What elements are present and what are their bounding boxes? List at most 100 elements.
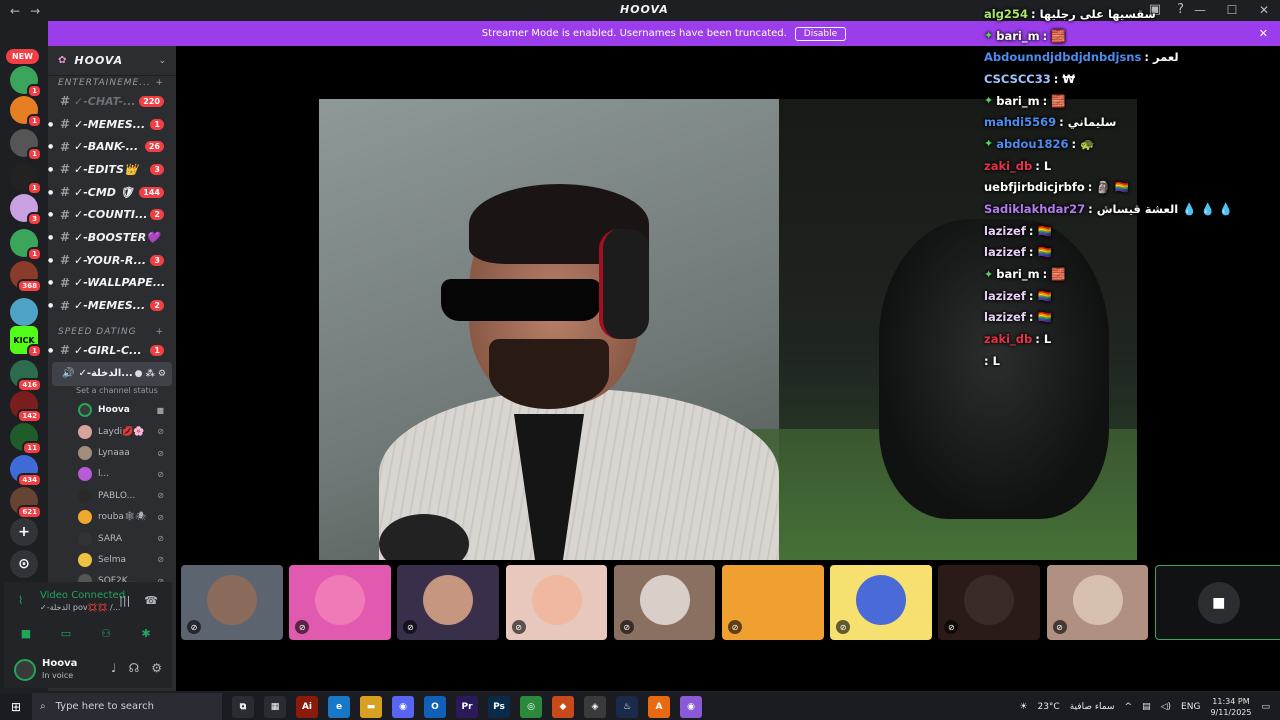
- participant-tile[interactable]: ⊘: [938, 565, 1040, 640]
- text-channel[interactable]: ● # ✓-CMD 🛡 144: [48, 181, 176, 204]
- server-icon[interactable]: 416: [10, 360, 42, 392]
- close-icon[interactable]: ✕: [1259, 27, 1268, 40]
- server-icon[interactable]: 1: [10, 229, 42, 261]
- text-channel[interactable]: ● # ✓-BOOSTER💜: [48, 226, 176, 249]
- voice-user[interactable]: Hoova ■: [48, 400, 176, 421]
- close-window-button[interactable]: ✕: [1248, 0, 1280, 21]
- text-channel[interactable]: ● # ✓-MEMES... 1: [48, 113, 176, 136]
- participant-tile[interactable]: ⊘: [721, 565, 824, 640]
- taskbar-app-icon[interactable]: Pr: [456, 695, 478, 718]
- category-entertainment[interactable]: ENTERTAINEME... +: [48, 76, 176, 90]
- weather-desc[interactable]: سماء صافية: [1070, 702, 1115, 712]
- server-icon[interactable]: 621: [10, 487, 42, 519]
- voice-user[interactable]: Lynaaa ⊘: [48, 442, 176, 463]
- text-channel[interactable]: ● # ✓-WALLPAPE...: [48, 272, 176, 295]
- taskbar-app-icon[interactable]: e: [328, 695, 350, 718]
- volume-icon[interactable]: ◁): [1161, 702, 1171, 712]
- disable-button[interactable]: Disable: [794, 26, 847, 41]
- self-camera-tile[interactable]: ■: [1154, 565, 1280, 640]
- text-channel[interactable]: ● # ✓-BANK-... 26: [48, 135, 176, 158]
- voice-channel[interactable]: 🔊 ✓-الدخلة... ● ⁂ ⚙: [52, 361, 172, 386]
- activity-button[interactable]: ⚇: [90, 622, 122, 644]
- tray-chevron-icon[interactable]: ^: [1125, 702, 1133, 712]
- text-channel[interactable]: ● # ✓-COUNTI... 2: [48, 203, 176, 226]
- add-channel-icon[interactable]: +: [155, 325, 164, 339]
- language-indicator[interactable]: ENG: [1181, 702, 1200, 712]
- voice-user[interactable]: SARA ⊘: [48, 528, 176, 549]
- server-icon[interactable]: 142: [10, 391, 42, 423]
- server-icon[interactable]: 11: [10, 423, 42, 455]
- forward-arrow-icon[interactable]: →: [30, 4, 40, 18]
- taskbar-app-icon[interactable]: ♨: [616, 695, 638, 718]
- back-arrow-icon[interactable]: ←: [10, 4, 20, 18]
- network-icon[interactable]: ▤: [1142, 702, 1151, 712]
- voice-status[interactable]: Video Connected: [40, 590, 125, 601]
- taskbar-app-icon[interactable]: A: [648, 695, 670, 718]
- gear-icon[interactable]: ⚙: [158, 369, 166, 379]
- text-channel[interactable]: ● # ✓-EDITS👑 3: [48, 158, 176, 181]
- participant-tile[interactable]: ⊘: [613, 565, 716, 640]
- notifications-icon[interactable]: ▭: [1261, 702, 1270, 712]
- settings-gear-icon[interactable]: ⚙: [151, 661, 162, 675]
- taskbar-app-icon[interactable]: ◈: [584, 695, 606, 718]
- text-channel[interactable]: ● # ✓-MEMES... 2: [48, 294, 176, 317]
- server-icon[interactable]: 1: [10, 163, 42, 195]
- taskbar-app-icon[interactable]: ◉: [680, 695, 702, 718]
- weather-icon[interactable]: ☀: [1019, 702, 1027, 712]
- server-icon[interactable]: 368: [10, 261, 42, 293]
- server-icon[interactable]: 1: [10, 66, 42, 98]
- server-icon[interactable]: KICK 1: [10, 326, 42, 358]
- chat-bubble-icon[interactable]: ●: [135, 369, 143, 379]
- taskbar-app-icon[interactable]: ▦: [264, 695, 286, 718]
- add-server-button[interactable]: +: [10, 518, 38, 546]
- voice-user[interactable]: l... ⊘: [48, 464, 176, 485]
- signal-icon[interactable]: ⌇: [18, 594, 23, 607]
- weather-temp[interactable]: 23°C: [1037, 702, 1059, 712]
- explore-button[interactable]: ⊙: [10, 550, 38, 578]
- taskbar-app-icon[interactable]: Ps: [488, 695, 510, 718]
- taskbar-search[interactable]: ⌕ Type here to search: [32, 693, 222, 720]
- channel-status[interactable]: Set a channel status: [48, 386, 176, 400]
- participant-tile[interactable]: ⊘: [1046, 565, 1149, 640]
- taskbar-app-icon[interactable]: O: [424, 695, 446, 718]
- participant-tile[interactable]: ⊘: [830, 565, 932, 640]
- text-channel[interactable]: ● # ✓-YOUR-R... 3: [48, 249, 176, 272]
- microphone-icon[interactable]: ♩: [111, 661, 117, 675]
- add-channel-icon[interactable]: +: [155, 76, 164, 90]
- headphones-icon[interactable]: ☊: [129, 661, 140, 675]
- windows-start-icon[interactable]: ⊞: [0, 693, 32, 720]
- server-icon[interactable]: 434: [10, 455, 42, 487]
- server-header[interactable]: ✿ HOOVA ⌄: [48, 46, 176, 76]
- participant-tile[interactable]: ⊘: [289, 565, 391, 640]
- voice-user[interactable]: Selma ⊘: [48, 549, 176, 570]
- taskbar-app-icon[interactable]: ◆: [552, 695, 574, 718]
- voice-user[interactable]: Laydi💋🌸 ⊘: [48, 421, 176, 442]
- voice-user[interactable]: rouba🕸🕷 ⊘: [48, 507, 176, 528]
- participant-tile[interactable]: ⊘: [505, 565, 608, 640]
- text-channel[interactable]: # ✓-CHAT-... 220: [48, 90, 176, 113]
- noise-suppression-icon[interactable]: |||: [119, 594, 130, 607]
- taskbar-app-icon[interactable]: ⧉: [232, 695, 254, 718]
- channel-girl[interactable]: ● # ✓-GIRL-C... 1: [48, 339, 176, 362]
- voice-user[interactable]: PABLO... ⊘: [48, 485, 176, 506]
- server-icon[interactable]: 1: [10, 96, 42, 128]
- invite-icon[interactable]: ⁂: [146, 369, 155, 379]
- category-speed-dating[interactable]: SPEED DATING +: [48, 325, 176, 339]
- participant-tile[interactable]: ⊘: [181, 565, 283, 640]
- taskbar-app-icon[interactable]: ▬: [360, 695, 382, 718]
- screen-share-button[interactable]: ▭: [50, 622, 82, 644]
- participant-tile[interactable]: ⊘: [397, 565, 499, 640]
- taskbar-app-icon[interactable]: ◉: [392, 695, 414, 718]
- taskbar-clock[interactable]: 11:34 PM 9/11/2025: [1210, 696, 1251, 718]
- taskbar-app-icon[interactable]: ◎: [520, 695, 542, 718]
- server-icon[interactable]: 1: [10, 129, 42, 161]
- camera-button[interactable]: ■: [10, 622, 42, 644]
- avatar[interactable]: [14, 659, 36, 681]
- server-icon[interactable]: [10, 298, 38, 326]
- taskbar-app-icon[interactable]: Ai: [296, 695, 318, 718]
- new-unreads-pill[interactable]: NEW: [6, 49, 39, 64]
- search-placeholder: Type here to search: [55, 701, 154, 712]
- disconnect-icon[interactable]: ☎: [144, 594, 158, 607]
- soundboard-button[interactable]: ✱: [130, 622, 162, 644]
- server-icon[interactable]: 3: [10, 194, 42, 226]
